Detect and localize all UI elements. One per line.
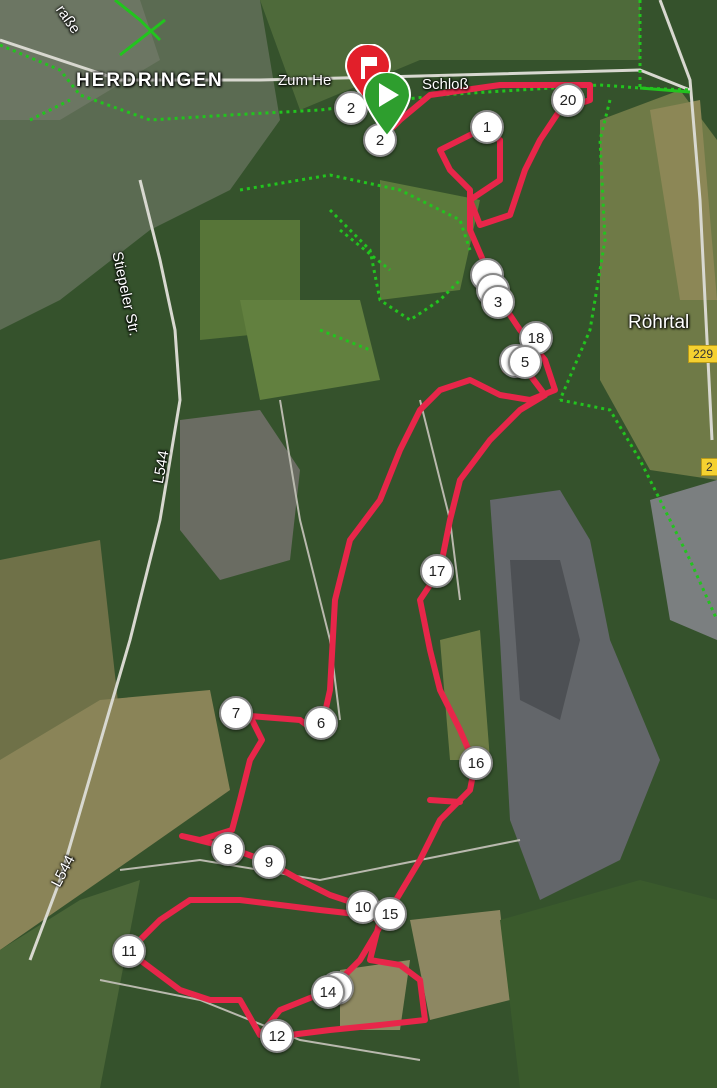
town-label: HERDRINGEN xyxy=(76,70,224,91)
road-shield-1: 229 xyxy=(688,345,717,363)
waypoint-marker[interactable]: 5 xyxy=(508,345,542,379)
play-icon xyxy=(362,72,412,138)
region-label: Röhrtal xyxy=(628,312,690,333)
waypoint-marker[interactable]: 12 xyxy=(260,1019,294,1053)
waypoint-marker[interactable]: 11 xyxy=(112,934,146,968)
road-shield-2: 2 xyxy=(701,458,717,476)
route-track xyxy=(137,82,593,1038)
map-view[interactable]: raße HERDRINGEN Zum He Schloß Stiepeler … xyxy=(0,0,717,1088)
waypoint-marker[interactable]: 14 xyxy=(311,975,345,1009)
street-label-east: Schloß xyxy=(422,76,469,93)
waypoint-marker[interactable]: 3 xyxy=(481,285,515,319)
street-label-north: Zum He xyxy=(278,72,332,89)
waypoint-marker[interactable]: 8 xyxy=(211,832,245,866)
waypoint-marker[interactable]: 6 xyxy=(304,706,338,740)
waypoint-marker[interactable]: 7 xyxy=(219,696,253,730)
waypoint-marker[interactable]: 16 xyxy=(459,746,493,780)
waypoint-marker[interactable]: 17 xyxy=(420,554,454,588)
waypoint-marker[interactable]: 20 xyxy=(551,83,585,117)
waypoint-marker[interactable]: 9 xyxy=(252,845,286,879)
waypoint-marker[interactable]: 15 xyxy=(373,897,407,931)
waypoint-marker[interactable]: 1 xyxy=(470,110,504,144)
